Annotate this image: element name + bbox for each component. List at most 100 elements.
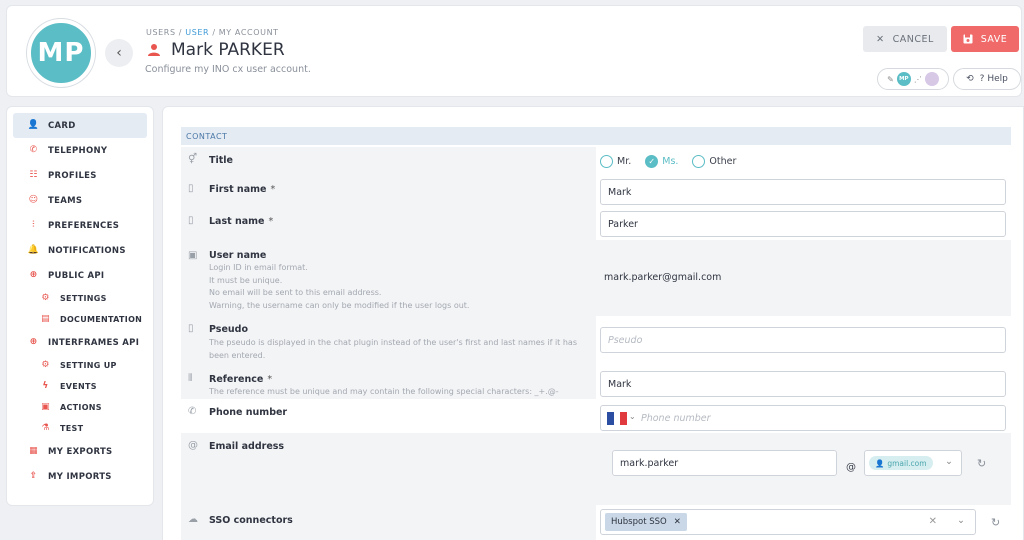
avatar[interactable]: MP xyxy=(27,19,95,87)
sidebar-item-label: INTERFRAMES API xyxy=(48,337,140,348)
history-icon: ⟲ xyxy=(966,74,974,84)
field-value-area: Hubspot SSO ✕ ✕ ⌄ ↻ xyxy=(596,505,1011,540)
sidebar-item-settings[interactable]: ⚙ SETTINGS xyxy=(13,288,147,309)
page-subtitle: Configure my INO cx user account. xyxy=(145,64,311,75)
breadcrumb: USERS / USER / MY ACCOUNT xyxy=(146,28,279,37)
first-name-input[interactable]: Mark xyxy=(600,179,1006,205)
reference-label: Reference * xyxy=(209,374,272,385)
share-icon: ⋰ xyxy=(913,74,922,84)
pseudo-input[interactable] xyxy=(600,327,1006,353)
globe-icon: ⊕ xyxy=(29,337,38,347)
sidebar-item-documentation[interactable]: ▤ DOCUMENTATION xyxy=(13,309,147,330)
username-help: Login ID in email format. It must be uni… xyxy=(209,262,589,312)
question-mark: ? xyxy=(979,74,985,84)
sidebar-item-teams[interactable]: ☺ TEAMS xyxy=(13,188,147,213)
field-label-area: ⚥ Title xyxy=(181,147,596,176)
field-label-area: ▯ Last name * xyxy=(181,208,596,240)
sidebar-item-label: TEAMS xyxy=(48,195,83,206)
refresh-icon[interactable]: ↻ xyxy=(977,457,986,470)
sidebar-item-setting-up[interactable]: ⚙ SETTING UP xyxy=(13,355,147,376)
field-value-area xyxy=(596,316,1011,366)
table-icon: ▦ xyxy=(29,446,38,456)
reference-input[interactable]: Mark xyxy=(600,371,1006,397)
chevron-down-icon: ⌄ xyxy=(945,456,953,467)
radio-label: Other xyxy=(709,156,737,167)
gear-icon: ⚙ xyxy=(41,293,50,303)
label-text: First name xyxy=(209,184,267,195)
field-value-area: ⌄ Phone number xyxy=(596,399,1011,433)
radio-ms[interactable]: ✓ Ms. xyxy=(645,155,678,168)
monitor-icon: ▣ xyxy=(41,402,50,412)
sso-select[interactable]: Hubspot SSO ✕ ✕ ⌄ xyxy=(600,509,976,535)
section-title: CONTACT xyxy=(181,127,1011,145)
domain-text: gmail.com xyxy=(887,458,927,468)
radio-circle xyxy=(600,155,613,168)
sidebar-item-profiles[interactable]: ☷ PROFILES xyxy=(13,163,147,188)
sso-chip[interactable]: Hubspot SSO ✕ xyxy=(605,513,687,531)
breadcrumb-separator: / xyxy=(212,28,216,37)
last-name-label: Last name * xyxy=(209,216,273,227)
france-flag-icon[interactable] xyxy=(607,412,628,425)
radio-other[interactable]: Other xyxy=(692,155,736,168)
sso-row: ☁ SSO connectors Hubspot SSO ✕ ✕ ⌄ ↻ xyxy=(181,505,1011,540)
field-value-area: Mark xyxy=(596,366,1011,399)
last-name-input[interactable]: Parker xyxy=(600,211,1006,237)
sidebar-item-my-exports[interactable]: ▦ MY EXPORTS xyxy=(13,439,147,464)
sidebar-item-telephony[interactable]: ✆ TELEPHONY xyxy=(13,138,147,163)
floppy-icon xyxy=(963,34,973,44)
pseudo-row: ▯ Pseudo The pseudo is displayed in the … xyxy=(181,316,1011,366)
sidebar-item-label: PROFILES xyxy=(48,170,97,181)
user-icon: 👤 xyxy=(27,120,40,130)
sidebar-item-my-imports[interactable]: ⇪ MY IMPORTS xyxy=(13,464,147,489)
refresh-icon[interactable]: ↻ xyxy=(991,516,1000,529)
required-mark: * xyxy=(270,184,276,195)
sidebar-item-card[interactable]: 👤 CARD xyxy=(13,113,147,138)
field-label-area: ▯ Pseudo The pseudo is displayed in the … xyxy=(181,316,596,366)
sidebar-item-test[interactable]: ⚗ TEST xyxy=(13,418,147,439)
radio-circle xyxy=(692,155,706,168)
last-name-row: ▯ Last name * Parker xyxy=(181,208,1011,240)
sidebar-item-events[interactable]: ϟ EVENTS xyxy=(13,376,147,397)
sidebar-item-actions[interactable]: ▣ ACTIONS xyxy=(13,397,147,418)
cloud-icon: ☁ xyxy=(188,514,198,525)
back-button[interactable]: ‹ xyxy=(105,39,133,67)
clipboard-icon: ▯ xyxy=(188,183,194,194)
gear-icon: ⚙ xyxy=(41,360,50,370)
phone-placeholder: Phone number xyxy=(641,412,711,424)
radio-mr[interactable]: Mr. xyxy=(600,155,631,168)
presence-indicator[interactable]: ✎ MP ⋰ xyxy=(877,68,949,90)
field-label-area: ⦀ Reference * The reference must be uniqu… xyxy=(181,366,596,399)
sidebar-item-label: MY IMPORTS xyxy=(48,471,112,482)
breadcrumb-user[interactable]: USER xyxy=(185,28,209,37)
sidebar-item-label: SETTING UP xyxy=(60,361,117,370)
help-button[interactable]: ⟲ ? Help xyxy=(953,68,1021,90)
phone-input[interactable]: ⌄ Phone number xyxy=(600,405,1006,431)
reference-row: ⦀ Reference * The reference must be uniqu… xyxy=(181,366,1011,399)
breadcrumb-users[interactable]: USERS xyxy=(146,28,176,37)
sidebar-item-label: MY EXPORTS xyxy=(48,446,113,457)
clear-icon[interactable]: ✕ xyxy=(929,516,937,527)
label-text: Reference xyxy=(209,374,264,385)
help-line: Warning, the username can only be modifi… xyxy=(209,300,470,310)
document-icon: ▤ xyxy=(41,314,50,324)
field-label-area: @ Email address xyxy=(181,433,596,505)
sso-label: SSO connectors xyxy=(209,515,293,526)
page-title: Mark PARKER xyxy=(171,40,285,60)
email-at-sign: @ xyxy=(846,462,856,473)
email-domain-tag: 👤 gmail.com xyxy=(869,456,933,470)
label-text: Last name xyxy=(209,216,265,227)
cancel-button[interactable]: ✕ CANCEL xyxy=(863,26,947,52)
sidebar-item-interframes-api[interactable]: ⊕ INTERFRAMES API xyxy=(13,330,147,355)
sidebar-item-label: CARD xyxy=(48,120,76,131)
first-name-label: First name * xyxy=(209,184,275,195)
email-local-input[interactable]: mark.parker xyxy=(612,450,837,476)
close-icon[interactable]: ✕ xyxy=(674,517,681,527)
id-card-icon: ▣ xyxy=(188,250,198,261)
sidebar-item-notifications[interactable]: 🔔 NOTIFICATIONS xyxy=(13,238,147,263)
save-button[interactable]: SAVE xyxy=(951,26,1019,52)
email-domain-select[interactable]: 👤 gmail.com ⌄ xyxy=(864,450,962,476)
sidebar-item-preferences[interactable]: ⫶ PREFERENCES xyxy=(13,213,147,238)
chevron-down-icon: ⌄ xyxy=(957,515,965,526)
field-value-area: Parker xyxy=(596,208,1011,240)
sidebar-item-public-api[interactable]: ⊕ PUBLIC API xyxy=(13,263,147,288)
